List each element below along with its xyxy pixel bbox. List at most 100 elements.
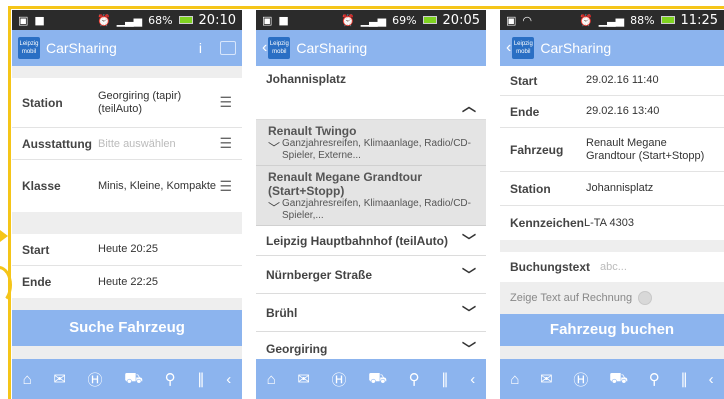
search-form: Station Georgiring (tapir) (teilAuto) ☰ …	[12, 66, 242, 359]
app-bar: ‹ Leipzig mobil CarSharing	[256, 30, 486, 66]
chevron-down-icon[interactable]: ﹀	[268, 138, 282, 162]
chevron-down-icon[interactable]: ﹀	[462, 265, 476, 285]
home-icon[interactable]: ⌂	[267, 371, 276, 388]
signal-icon: ▁▃▅	[598, 13, 625, 27]
details-card: Start 29.02.16 11:40 Ende 29.02.16 13:40…	[500, 66, 724, 240]
station-item-johannisplatz[interactable]: Johannisplatz	[256, 66, 486, 92]
station-item-bruehl[interactable]: Brühl ﹀	[256, 294, 486, 332]
home-icon[interactable]: ⌂	[510, 371, 519, 388]
end-time-field[interactable]: Ende Heute 22:25	[12, 266, 242, 298]
search-vehicle-button[interactable]: Suche Fahrzeug	[12, 310, 242, 346]
detail-start: Start 29.02.16 11:40	[500, 66, 724, 96]
menu-icon[interactable]: ☰	[218, 94, 232, 111]
route-icon[interactable]: ∥	[441, 370, 449, 388]
booking-details: Start 29.02.16 11:40 Ende 29.02.16 13:40…	[500, 66, 724, 359]
clock: 11:25	[680, 12, 718, 28]
invoice-toggle-row[interactable]: Zeige Text auf Rechnung	[500, 282, 724, 314]
status-bar: ▣ ■ ⏰ ▁▃▅ 69% 20:05	[256, 10, 486, 30]
route-icon[interactable]: ∥	[197, 370, 205, 388]
app-logo[interactable]: Leipzig mobil	[18, 37, 40, 59]
signal-icon: ▁▃▅	[116, 13, 143, 27]
bus-stop-icon[interactable]: Ⓗ	[332, 369, 347, 390]
signal-icon: ▁▃▅	[360, 13, 387, 27]
detail-vehicle: Fahrzeug Renault Megane Grandtour (Start…	[500, 128, 724, 172]
bus-stop-icon[interactable]: Ⓗ	[88, 369, 103, 390]
radio-toggle[interactable]	[638, 291, 653, 305]
briefcase-icon: ■	[34, 13, 45, 27]
status-bar: ▣ ◠ ⏰ ▁▃▅ 88% 11:25	[500, 10, 724, 30]
equipment-field[interactable]: Ausstattung Bitte auswählen ☰	[12, 128, 242, 160]
station-item-nuernberger[interactable]: Nürnberger Straße ﹀	[256, 256, 486, 294]
camera-icon[interactable]	[220, 41, 236, 55]
home-icon[interactable]: ⌂	[23, 371, 32, 388]
chevron-down-icon[interactable]: ﹀	[462, 231, 476, 251]
battery-icon	[178, 16, 193, 24]
briefcase-icon: ■	[278, 13, 289, 27]
battery-icon	[660, 16, 675, 24]
time-card: Start Heute 20:25 Ende Heute 22:25	[12, 234, 242, 298]
app-bar: ‹ Leipzig mobil CarSharing	[500, 30, 724, 66]
phone-search-screen: ▣ ■ ⏰ ▁▃▅ 68% 20:10 Leipzig mobil CarShar…	[12, 10, 242, 399]
detail-station: Station Johannisplatz	[500, 172, 724, 206]
alarm-icon: ⏰	[340, 13, 355, 27]
battery-percent: 69%	[392, 13, 417, 27]
bottom-nav: ⌂ ✉ Ⓗ ⛟ ⚲ ∥ ‹	[12, 359, 242, 399]
bike-icon[interactable]: ⚲	[409, 370, 420, 388]
alarm-icon: ⏰	[578, 13, 593, 27]
booking-text-field[interactable]: Buchungstext abc...	[500, 252, 724, 282]
battery-percent: 88%	[630, 13, 655, 27]
book-vehicle-button[interactable]: Fahrzeug buchen	[500, 314, 724, 346]
station-list: Johannisplatz ︿ Renault Twingo ﹀ Ganzjahr…	[256, 66, 486, 359]
gallery-icon: ▣	[506, 13, 517, 27]
station-item-georgiring[interactable]: Georgiring ﹀	[256, 332, 486, 359]
detail-end: Ende 29.02.16 13:40	[500, 96, 724, 128]
station-item-hauptbahnhof[interactable]: Leipzig Hauptbahnhof (teilAuto) ﹀	[256, 226, 486, 256]
car-icon[interactable]: ⛟	[609, 370, 628, 389]
class-field[interactable]: Klasse Minis, Kleine, Kompakte ☰	[12, 160, 242, 212]
back-icon[interactable]: ‹	[506, 39, 511, 57]
wifi-icon: ◠	[522, 13, 533, 27]
battery-percent: 68%	[148, 13, 173, 27]
car-icon[interactable]: ⛟	[124, 370, 143, 389]
collapse-icon[interactable]: ‹	[470, 371, 475, 388]
map-icon[interactable]: ✉	[53, 370, 66, 388]
app-title: CarSharing	[46, 40, 117, 56]
station-collapse-row[interactable]: ︿	[256, 92, 486, 120]
station-field[interactable]: Station Georgiring (tapir) (teilAuto) ☰	[12, 78, 242, 128]
app-logo[interactable]: Leipzig mobil	[512, 37, 535, 59]
clock: 20:10	[198, 12, 236, 28]
start-time-field[interactable]: Start Heute 20:25	[12, 234, 242, 266]
menu-icon[interactable]: ☰	[218, 135, 232, 152]
status-bar: ▣ ■ ⏰ ▁▃▅ 68% 20:10	[12, 10, 242, 30]
menu-icon[interactable]: ☰	[218, 178, 232, 195]
app-logo[interactable]: Leipzig mobil	[268, 37, 291, 59]
car-icon[interactable]: ⛟	[368, 370, 387, 389]
chevron-up-icon[interactable]: ︿	[462, 96, 476, 116]
chevron-down-icon[interactable]: ﹀	[462, 303, 476, 323]
car-item-megane[interactable]: Renault Megane Grandtour (Start+Stopp) ﹀…	[256, 166, 486, 226]
bottom-nav: ⌂ ✉ Ⓗ ⛟ ⚲ ∥ ‹	[500, 359, 724, 399]
route-icon[interactable]: ∥	[680, 370, 688, 388]
collapse-icon[interactable]: ‹	[709, 371, 714, 388]
booking-text-card: Buchungstext abc...	[500, 252, 724, 282]
app-bar: Leipzig mobil CarSharing i	[12, 30, 242, 66]
app-title: CarSharing	[296, 40, 368, 56]
bike-icon[interactable]: ⚲	[165, 370, 176, 388]
gallery-icon: ▣	[262, 13, 273, 27]
chevron-down-icon[interactable]: ﹀	[268, 198, 282, 222]
map-icon[interactable]: ✉	[297, 370, 310, 388]
map-icon[interactable]: ✉	[540, 370, 553, 388]
phone-booking-screen: ▣ ◠ ⏰ ▁▃▅ 88% 11:25 ‹ Leipzig mobil CarSh…	[500, 10, 724, 399]
bike-icon[interactable]: ⚲	[649, 370, 660, 388]
alarm-icon: ⏰	[96, 13, 111, 27]
highlight-arrow	[0, 230, 8, 242]
back-icon[interactable]: ‹	[262, 39, 267, 57]
bus-stop-icon[interactable]: Ⓗ	[573, 369, 588, 390]
car-item-twingo[interactable]: Renault Twingo ﹀ Ganzjahresreifen, Klimaa…	[256, 120, 486, 166]
chevron-down-icon[interactable]: ﹀	[462, 339, 476, 359]
clock: 20:05	[442, 12, 480, 28]
bottom-nav: ⌂ ✉ Ⓗ ⛟ ⚲ ∥ ‹	[256, 359, 486, 399]
info-button[interactable]: i	[199, 40, 202, 56]
collapse-icon[interactable]: ‹	[226, 371, 231, 388]
filter-card: Station Georgiring (tapir) (teilAuto) ☰ …	[12, 78, 242, 212]
